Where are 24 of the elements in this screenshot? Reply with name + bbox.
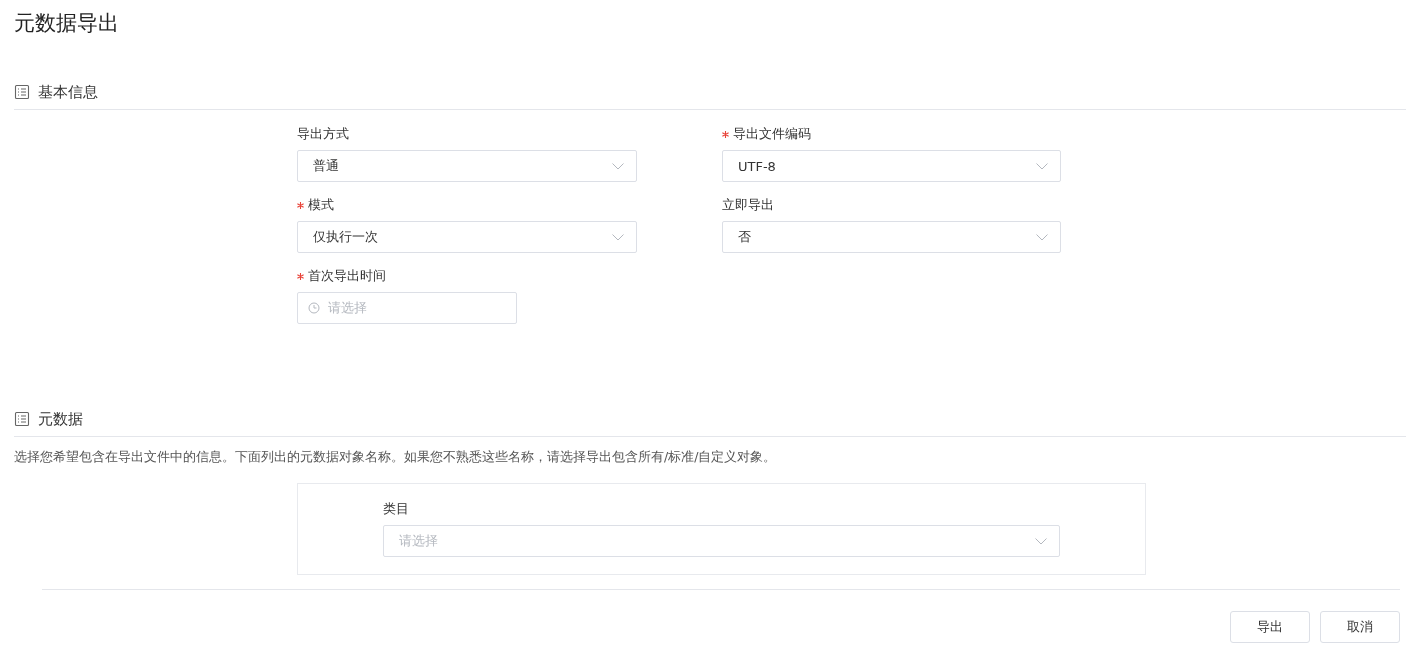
list-icon xyxy=(14,84,30,100)
select-field[interactable]: 仅执行一次 xyxy=(297,221,637,253)
chevron-down-icon xyxy=(612,233,624,241)
chevron-down-icon xyxy=(612,162,624,170)
section-title: 基本信息 xyxy=(38,82,98,102)
field-label: 立即导出 xyxy=(722,197,774,213)
field-label: 导出文件编码 xyxy=(733,126,811,142)
section-title: 元数据 xyxy=(38,409,83,429)
export-button[interactable]: 导出 xyxy=(1230,611,1310,643)
field-label: 导出方式 xyxy=(297,126,349,142)
chevron-down-icon xyxy=(1036,162,1048,170)
select-field[interactable]: 普通 xyxy=(297,150,637,182)
field-label: 类目 xyxy=(383,501,409,517)
chevron-down-icon xyxy=(1035,537,1047,545)
chevron-down-icon xyxy=(1036,233,1048,241)
select-field[interactable]: UTF-8 xyxy=(722,150,1061,182)
select-field[interactable]: 否 xyxy=(722,221,1061,253)
page-title: 元数据导出 xyxy=(13,10,120,37)
field-label: 模式 xyxy=(308,197,334,213)
field-label: 首次导出时间 xyxy=(308,268,386,284)
description-text: 选择您希望包含在导出文件中的信息。下面列出的元数据对象名称。如果您不熟悉这些名称，请选择导出包含所有/标准/自定义对象。 xyxy=(14,449,778,466)
clock-icon xyxy=(308,302,320,314)
list-icon xyxy=(14,411,30,427)
cancel-button[interactable]: 取消 xyxy=(1320,611,1400,643)
